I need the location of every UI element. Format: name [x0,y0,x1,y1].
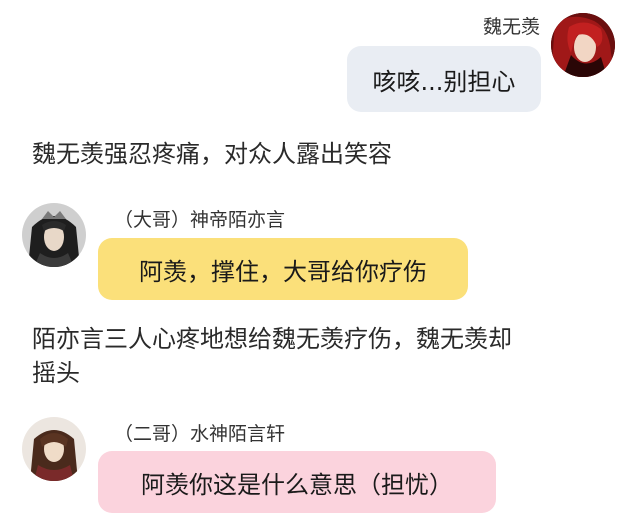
message-bubble[interactable]: 阿羡，撑住，大哥给你疗伤 [98,238,468,300]
narration-line: 陌亦言三人心疼地想给魏无羡疗伤，魏无羡却 [32,325,512,353]
narration-line: 摇头 [32,359,80,387]
speaker-name-wei-wuxian: 魏无羡 [482,16,540,38]
red-haired-man-avatar[interactable] [551,13,615,77]
chat-story: 魏无羡 咳咳...别担心 魏无羡强忍疼痛，对众人露出笑容 （大哥）神帝陌亦言 阿… [0,0,640,513]
speaker-name-mo-yanxuan: （二哥）水神陌言轩 [114,423,286,445]
message-bubble[interactable]: 咳咳...别担心 [347,46,541,112]
long-haired-man-avatar[interactable] [22,417,86,481]
speaker-name-mo-yiyan: （大哥）神帝陌亦言 [114,209,286,231]
narration-line: 魏无羡强忍疼痛，对众人露出笑容 [32,140,392,168]
message-bubble[interactable]: 阿羡你这是什么意思（担忧） [98,451,496,513]
narration-text: 魏无羡强忍疼痛，对众人露出笑容 [32,137,392,171]
dark-crowned-man-avatar[interactable] [22,203,86,267]
narration-text: 陌亦言三人心疼地想给魏无羡疗伤，魏无羡却 摇头 [32,322,512,390]
